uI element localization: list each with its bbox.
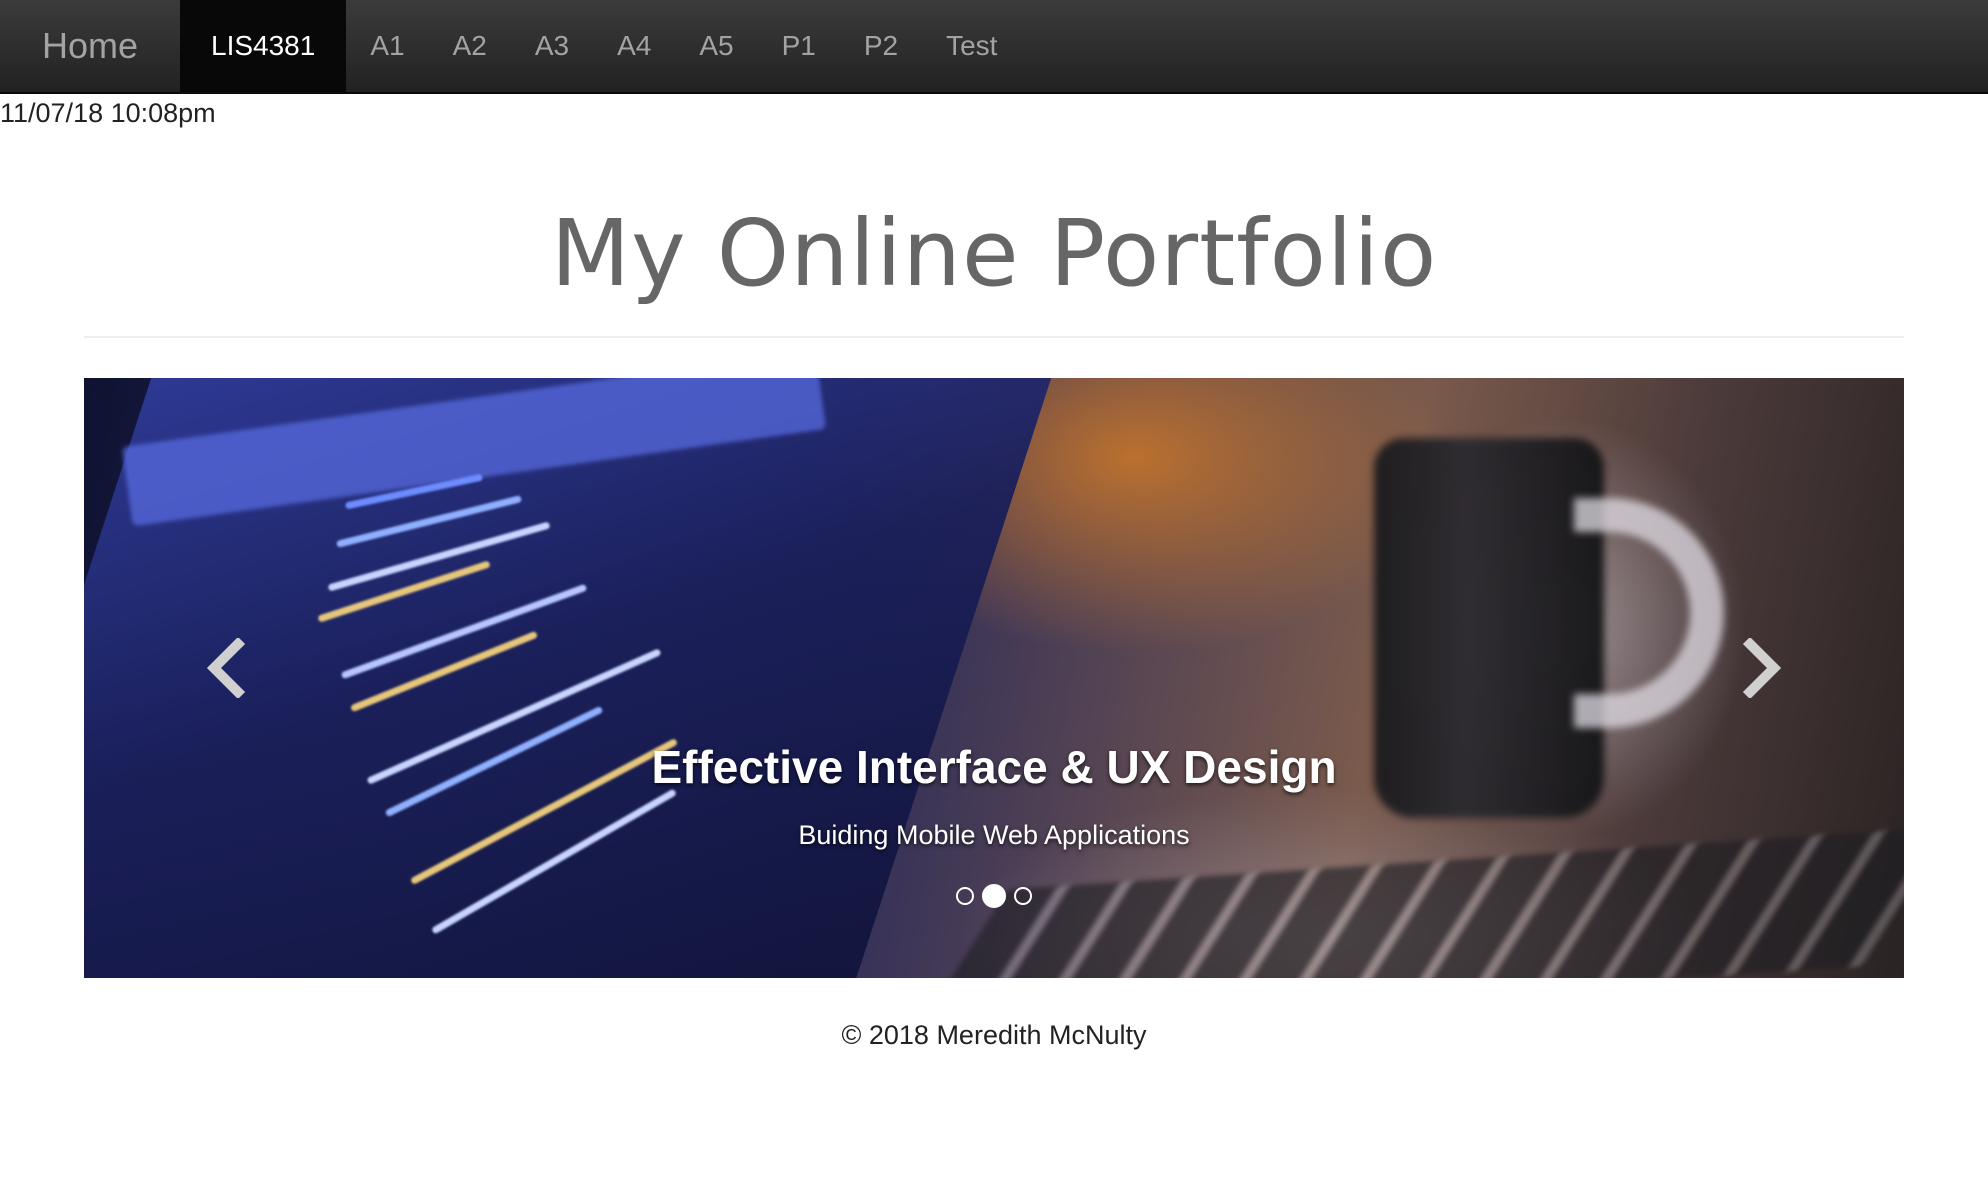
nav-item-p1[interactable]: P1 <box>758 0 840 92</box>
carousel-indicator-1[interactable] <box>956 887 974 905</box>
caption-title: Effective Interface & UX Design <box>651 741 1337 793</box>
carousel-indicator-2[interactable] <box>982 884 1006 908</box>
divider <box>84 336 1904 338</box>
carousel-next-button[interactable] <box>1722 628 1802 708</box>
nav-list: LIS4381 A1 A2 A3 A4 A5 P1 P2 Test <box>180 0 1021 92</box>
mug-handle-graphic <box>1574 498 1724 728</box>
image-carousel[interactable]: Effective Interface & UX Design Buiding … <box>84 378 1904 978</box>
nav-item-a2[interactable]: A2 <box>429 0 511 92</box>
nav-item-lis4381[interactable]: LIS4381 <box>180 0 347 92</box>
carousel-indicators <box>84 884 1904 908</box>
caption-subtitle: Buiding Mobile Web Applications <box>798 820 1190 850</box>
top-navbar: Home LIS4381 A1 A2 A3 A4 A5 P1 P2 Test <box>0 0 1988 94</box>
nav-item-p2[interactable]: P2 <box>840 0 922 92</box>
nav-brand-home[interactable]: Home <box>0 0 180 92</box>
nav-item-a3[interactable]: A3 <box>511 0 593 92</box>
chevron-left-icon <box>206 638 246 698</box>
nav-item-test[interactable]: Test <box>922 0 1021 92</box>
timestamp: 11/07/18 10:08pm <box>0 98 216 128</box>
footer-copyright: © 2018 Meredith McNulty <box>841 1020 1147 1050</box>
carousel-indicator-3[interactable] <box>1014 887 1032 905</box>
page-title: My Online Portfolio <box>550 200 1438 307</box>
nav-item-a5[interactable]: A5 <box>675 0 757 92</box>
nav-item-a1[interactable]: A1 <box>346 0 428 92</box>
nav-item-a4[interactable]: A4 <box>593 0 675 92</box>
chevron-right-icon <box>1742 638 1782 698</box>
carousel-caption: Effective Interface & UX Design Buiding … <box>84 740 1904 851</box>
carousel-prev-button[interactable] <box>186 628 266 708</box>
